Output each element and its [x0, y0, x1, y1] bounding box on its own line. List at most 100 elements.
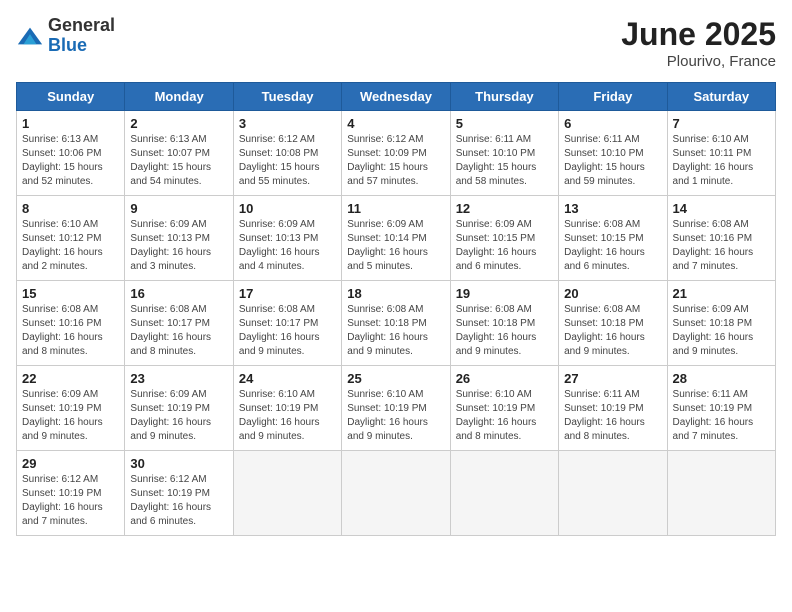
- day-number: 10: [239, 201, 336, 216]
- day-number: 27: [564, 371, 661, 386]
- day-detail: Sunrise: 6:08 AM Sunset: 10:16 PM Daylig…: [22, 303, 119, 359]
- day-number: 12: [456, 201, 553, 216]
- title-block: June 2025 Plourivo, France: [621, 16, 776, 70]
- day-detail: Sunrise: 6:13 AM Sunset: 10:06 PM Daylig…: [22, 133, 119, 189]
- day-number: 24: [239, 371, 336, 386]
- day-detail: Sunrise: 6:11 AM Sunset: 10:10 PM Daylig…: [456, 133, 553, 189]
- calendar-cell: 10 Sunrise: 6:09 AM Sunset: 10:13 PM Dayl…: [233, 196, 341, 281]
- day-detail: Sunrise: 6:13 AM Sunset: 10:07 PM Daylig…: [130, 133, 227, 189]
- calendar-cell: 18 Sunrise: 6:08 AM Sunset: 10:18 PM Dayl…: [342, 281, 450, 366]
- calendar-table: SundayMondayTuesdayWednesdayThursdayFrid…: [16, 82, 776, 536]
- day-detail: Sunrise: 6:08 AM Sunset: 10:15 PM Daylig…: [564, 218, 661, 274]
- week-row-1: 1 Sunrise: 6:13 AM Sunset: 10:06 PM Dayli…: [17, 111, 776, 196]
- day-number: 29: [22, 456, 119, 471]
- day-number: 4: [347, 116, 444, 131]
- calendar-cell: 20 Sunrise: 6:08 AM Sunset: 10:18 PM Dayl…: [559, 281, 667, 366]
- day-number: 17: [239, 286, 336, 301]
- calendar-cell: [233, 451, 341, 536]
- column-header-wednesday: Wednesday: [342, 83, 450, 111]
- day-detail: Sunrise: 6:08 AM Sunset: 10:18 PM Daylig…: [564, 303, 661, 359]
- day-number: 3: [239, 116, 336, 131]
- logo-icon: [16, 22, 44, 50]
- calendar-cell: 23 Sunrise: 6:09 AM Sunset: 10:19 PM Dayl…: [125, 366, 233, 451]
- calendar-cell: 30 Sunrise: 6:12 AM Sunset: 10:19 PM Dayl…: [125, 451, 233, 536]
- day-number: 14: [673, 201, 770, 216]
- day-detail: Sunrise: 6:08 AM Sunset: 10:18 PM Daylig…: [456, 303, 553, 359]
- calendar-cell: 28 Sunrise: 6:11 AM Sunset: 10:19 PM Dayl…: [667, 366, 775, 451]
- day-detail: Sunrise: 6:10 AM Sunset: 10:19 PM Daylig…: [456, 388, 553, 444]
- day-number: 21: [673, 286, 770, 301]
- day-number: 26: [456, 371, 553, 386]
- column-header-sunday: Sunday: [17, 83, 125, 111]
- day-detail: Sunrise: 6:09 AM Sunset: 10:15 PM Daylig…: [456, 218, 553, 274]
- day-detail: Sunrise: 6:10 AM Sunset: 10:11 PM Daylig…: [673, 133, 770, 189]
- calendar-subtitle: Plourivo, France: [621, 53, 776, 70]
- day-detail: Sunrise: 6:08 AM Sunset: 10:18 PM Daylig…: [347, 303, 444, 359]
- calendar-title: June 2025: [621, 16, 776, 53]
- calendar-cell: [342, 451, 450, 536]
- calendar-cell: [667, 451, 775, 536]
- calendar-cell: 13Sunrise: 6:08 AM Sunset: 10:15 PM Dayl…: [559, 196, 667, 281]
- calendar-cell: 29 Sunrise: 6:12 AM Sunset: 10:19 PM Dayl…: [17, 451, 125, 536]
- day-detail: Sunrise: 6:10 AM Sunset: 10:19 PM Daylig…: [239, 388, 336, 444]
- day-detail: Sunrise: 6:10 AM Sunset: 10:19 PM Daylig…: [347, 388, 444, 444]
- week-row-5: 29 Sunrise: 6:12 AM Sunset: 10:19 PM Dayl…: [17, 451, 776, 536]
- week-row-2: 8 Sunrise: 6:10 AM Sunset: 10:12 PM Dayli…: [17, 196, 776, 281]
- day-detail: Sunrise: 6:08 AM Sunset: 10:17 PM Daylig…: [130, 303, 227, 359]
- calendar-cell: 4 Sunrise: 6:12 AM Sunset: 10:09 PM Dayli…: [342, 111, 450, 196]
- day-detail: Sunrise: 6:11 AM Sunset: 10:19 PM Daylig…: [673, 388, 770, 444]
- day-detail: Sunrise: 6:11 AM Sunset: 10:10 PM Daylig…: [564, 133, 661, 189]
- day-number: 30: [130, 456, 227, 471]
- day-detail: Sunrise: 6:10 AM Sunset: 10:12 PM Daylig…: [22, 218, 119, 274]
- column-header-friday: Friday: [559, 83, 667, 111]
- day-detail: Sunrise: 6:09 AM Sunset: 10:19 PM Daylig…: [130, 388, 227, 444]
- week-row-4: 22Sunrise: 6:09 AM Sunset: 10:19 PM Dayl…: [17, 366, 776, 451]
- day-detail: Sunrise: 6:11 AM Sunset: 10:19 PM Daylig…: [564, 388, 661, 444]
- day-detail: Sunrise: 6:12 AM Sunset: 10:09 PM Daylig…: [347, 133, 444, 189]
- day-number: 1: [22, 116, 119, 131]
- page-header: General Blue June 2025 Plourivo, France: [16, 16, 776, 70]
- column-header-thursday: Thursday: [450, 83, 558, 111]
- day-detail: Sunrise: 6:08 AM Sunset: 10:16 PM Daylig…: [673, 218, 770, 274]
- day-number: 28: [673, 371, 770, 386]
- calendar-cell: 26 Sunrise: 6:10 AM Sunset: 10:19 PM Dayl…: [450, 366, 558, 451]
- day-number: 2: [130, 116, 227, 131]
- week-row-3: 15Sunrise: 6:08 AM Sunset: 10:16 PM Dayl…: [17, 281, 776, 366]
- calendar-cell: 12 Sunrise: 6:09 AM Sunset: 10:15 PM Dayl…: [450, 196, 558, 281]
- calendar-cell: 2 Sunrise: 6:13 AM Sunset: 10:07 PM Dayli…: [125, 111, 233, 196]
- day-number: 11: [347, 201, 444, 216]
- calendar-cell: 21Sunrise: 6:09 AM Sunset: 10:18 PM Dayl…: [667, 281, 775, 366]
- day-number: 19: [456, 286, 553, 301]
- day-number: 23: [130, 371, 227, 386]
- calendar-cell: [450, 451, 558, 536]
- day-detail: Sunrise: 6:12 AM Sunset: 10:19 PM Daylig…: [22, 473, 119, 529]
- day-number: 6: [564, 116, 661, 131]
- calendar-cell: 24 Sunrise: 6:10 AM Sunset: 10:19 PM Dayl…: [233, 366, 341, 451]
- calendar-cell: 11 Sunrise: 6:09 AM Sunset: 10:14 PM Dayl…: [342, 196, 450, 281]
- column-header-tuesday: Tuesday: [233, 83, 341, 111]
- calendar-cell: 27 Sunrise: 6:11 AM Sunset: 10:19 PM Dayl…: [559, 366, 667, 451]
- day-number: 25: [347, 371, 444, 386]
- calendar-cell: 15Sunrise: 6:08 AM Sunset: 10:16 PM Dayl…: [17, 281, 125, 366]
- day-number: 20: [564, 286, 661, 301]
- day-number: 7: [673, 116, 770, 131]
- calendar-cell: 25 Sunrise: 6:10 AM Sunset: 10:19 PM Dayl…: [342, 366, 450, 451]
- calendar-cell: 1 Sunrise: 6:13 AM Sunset: 10:06 PM Dayli…: [17, 111, 125, 196]
- calendar-cell: 22Sunrise: 6:09 AM Sunset: 10:19 PM Dayl…: [17, 366, 125, 451]
- calendar-cell: [559, 451, 667, 536]
- calendar-cell: 9 Sunrise: 6:09 AM Sunset: 10:13 PM Dayli…: [125, 196, 233, 281]
- day-detail: Sunrise: 6:12 AM Sunset: 10:19 PM Daylig…: [130, 473, 227, 529]
- day-number: 18: [347, 286, 444, 301]
- day-number: 8: [22, 201, 119, 216]
- day-detail: Sunrise: 6:09 AM Sunset: 10:14 PM Daylig…: [347, 218, 444, 274]
- day-number: 16: [130, 286, 227, 301]
- day-detail: Sunrise: 6:08 AM Sunset: 10:17 PM Daylig…: [239, 303, 336, 359]
- day-number: 9: [130, 201, 227, 216]
- day-detail: Sunrise: 6:09 AM Sunset: 10:19 PM Daylig…: [22, 388, 119, 444]
- calendar-cell: 14 Sunrise: 6:08 AM Sunset: 10:16 PM Dayl…: [667, 196, 775, 281]
- calendar-cell: 16 Sunrise: 6:08 AM Sunset: 10:17 PM Dayl…: [125, 281, 233, 366]
- day-detail: Sunrise: 6:09 AM Sunset: 10:13 PM Daylig…: [239, 218, 336, 274]
- day-number: 5: [456, 116, 553, 131]
- logo: General Blue: [16, 16, 115, 56]
- day-detail: Sunrise: 6:09 AM Sunset: 10:13 PM Daylig…: [130, 218, 227, 274]
